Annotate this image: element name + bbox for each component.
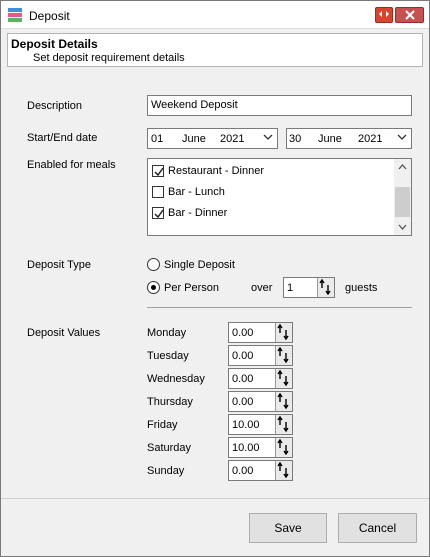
day-label-sunday: Sunday <box>147 465 185 477</box>
spin-up-down-icon[interactable] <box>318 278 334 296</box>
spin-buttons[interactable] <box>275 369 292 388</box>
deposit-values-label: Deposit Values <box>27 327 101 339</box>
spin-up-down-icon[interactable] <box>276 346 292 364</box>
window-title: Deposit <box>29 9 70 23</box>
end-year: 2021 <box>358 133 383 145</box>
day-label-wednesday: Wednesday <box>147 373 205 385</box>
over-label: over <box>251 282 273 294</box>
spin-buttons[interactable] <box>275 392 292 411</box>
switch-icon <box>379 11 389 17</box>
page-title: Deposit Details <box>11 37 98 51</box>
day-label-tuesday: Tuesday <box>147 350 189 362</box>
page-subtitle: Set deposit requirement details <box>33 52 185 64</box>
start-day: 01 <box>151 133 164 145</box>
end-date-picker[interactable]: 30 June 2021 <box>286 128 412 149</box>
deposit-input-friday[interactable]: 10.00 <box>228 414 293 435</box>
guests-label: guests <box>345 282 378 294</box>
deposit-input-monday[interactable]: 0.00 <box>228 322 293 343</box>
spin-up-down-icon[interactable] <box>276 323 292 341</box>
meals-listbox[interactable]: Restaurant - Dinner Bar - Lunch Bar - Di… <box>147 158 412 236</box>
deposit-input-thursday[interactable]: 0.00 <box>228 391 293 412</box>
meal-checkbox[interactable] <box>152 165 164 177</box>
spin-up-down-icon[interactable] <box>276 438 292 456</box>
save-button[interactable]: Save <box>249 513 327 543</box>
spin-buttons[interactable] <box>275 438 292 457</box>
scroll-thumb[interactable] <box>395 187 410 217</box>
deposit-input-saturday[interactable]: 10.00 <box>228 437 293 458</box>
start-year: 2021 <box>220 133 245 145</box>
deposit-value: 0.00 <box>232 396 254 408</box>
single-deposit-radio[interactable] <box>147 258 160 271</box>
separator <box>147 307 412 308</box>
spin-up-down-icon[interactable] <box>276 461 292 479</box>
spin-up-down-icon[interactable] <box>276 369 292 387</box>
meal-label: Bar - Dinner <box>168 207 228 219</box>
scroll-down-icon[interactable] <box>394 218 411 235</box>
dates-label: Start/End date <box>27 132 98 144</box>
deposit-value: 0.00 <box>232 327 254 339</box>
description-label: Description <box>27 100 83 112</box>
close-button[interactable] <box>395 7 424 23</box>
chevron-down-icon[interactable] <box>397 132 407 142</box>
cancel-button[interactable]: Cancel <box>338 513 417 543</box>
end-day: 30 <box>289 133 302 145</box>
guests-value: 1 <box>287 282 294 294</box>
meal-checkbox[interactable] <box>152 186 164 198</box>
meals-scrollbar[interactable] <box>394 159 411 235</box>
meals-label: Enabled for meals <box>27 159 116 171</box>
switch-window-button[interactable] <box>375 7 393 23</box>
guests-spinner[interactable]: 1 <box>283 277 335 298</box>
title-bar: Deposit <box>1 1 429 29</box>
deposit-input-tuesday[interactable]: 0.00 <box>228 345 293 366</box>
spin-up-down-icon[interactable] <box>276 392 292 410</box>
per-person-radio[interactable] <box>147 281 160 294</box>
close-icon <box>404 10 415 20</box>
deposit-value: 0.00 <box>232 373 254 385</box>
meal-checkbox[interactable] <box>152 207 164 219</box>
spin-buttons[interactable] <box>275 461 292 480</box>
header-panel: Deposit Details Set deposit requirement … <box>7 33 423 67</box>
deposit-value: 0.00 <box>232 465 254 477</box>
meal-label: Restaurant - Dinner <box>168 165 264 177</box>
deposit-type-label: Deposit Type <box>27 259 92 271</box>
deposit-value: 10.00 <box>232 419 260 431</box>
day-label-monday: Monday <box>147 327 187 339</box>
app-icon <box>8 8 22 22</box>
spin-buttons[interactable] <box>275 346 292 365</box>
spin-buttons[interactable] <box>275 415 292 434</box>
day-label-saturday: Saturday <box>147 442 192 454</box>
deposit-input-sunday[interactable]: 0.00 <box>228 460 293 481</box>
footer-separator <box>1 498 429 499</box>
scroll-up-icon[interactable] <box>394 159 411 176</box>
spin-buttons[interactable] <box>275 323 292 342</box>
description-input[interactable]: Weekend Deposit <box>147 95 412 116</box>
deposit-value: 0.00 <box>232 350 254 362</box>
start-month: June <box>182 133 206 145</box>
day-label-thursday: Thursday <box>147 396 193 408</box>
end-month: June <box>318 133 342 145</box>
deposit-window: Deposit Deposit Details Set deposit requ… <box>0 0 430 557</box>
per-person-label[interactable]: Per Person <box>164 282 219 294</box>
spin-buttons[interactable] <box>317 278 334 297</box>
start-date-picker[interactable]: 01 June 2021 <box>147 128 278 149</box>
deposit-value: 10.00 <box>232 442 260 454</box>
spin-up-down-icon[interactable] <box>276 415 292 433</box>
single-deposit-label[interactable]: Single Deposit <box>164 259 235 271</box>
meal-label: Bar - Lunch <box>168 186 225 198</box>
deposit-input-wednesday[interactable]: 0.00 <box>228 368 293 389</box>
day-label-friday: Friday <box>147 419 178 431</box>
chevron-down-icon[interactable] <box>263 132 273 142</box>
